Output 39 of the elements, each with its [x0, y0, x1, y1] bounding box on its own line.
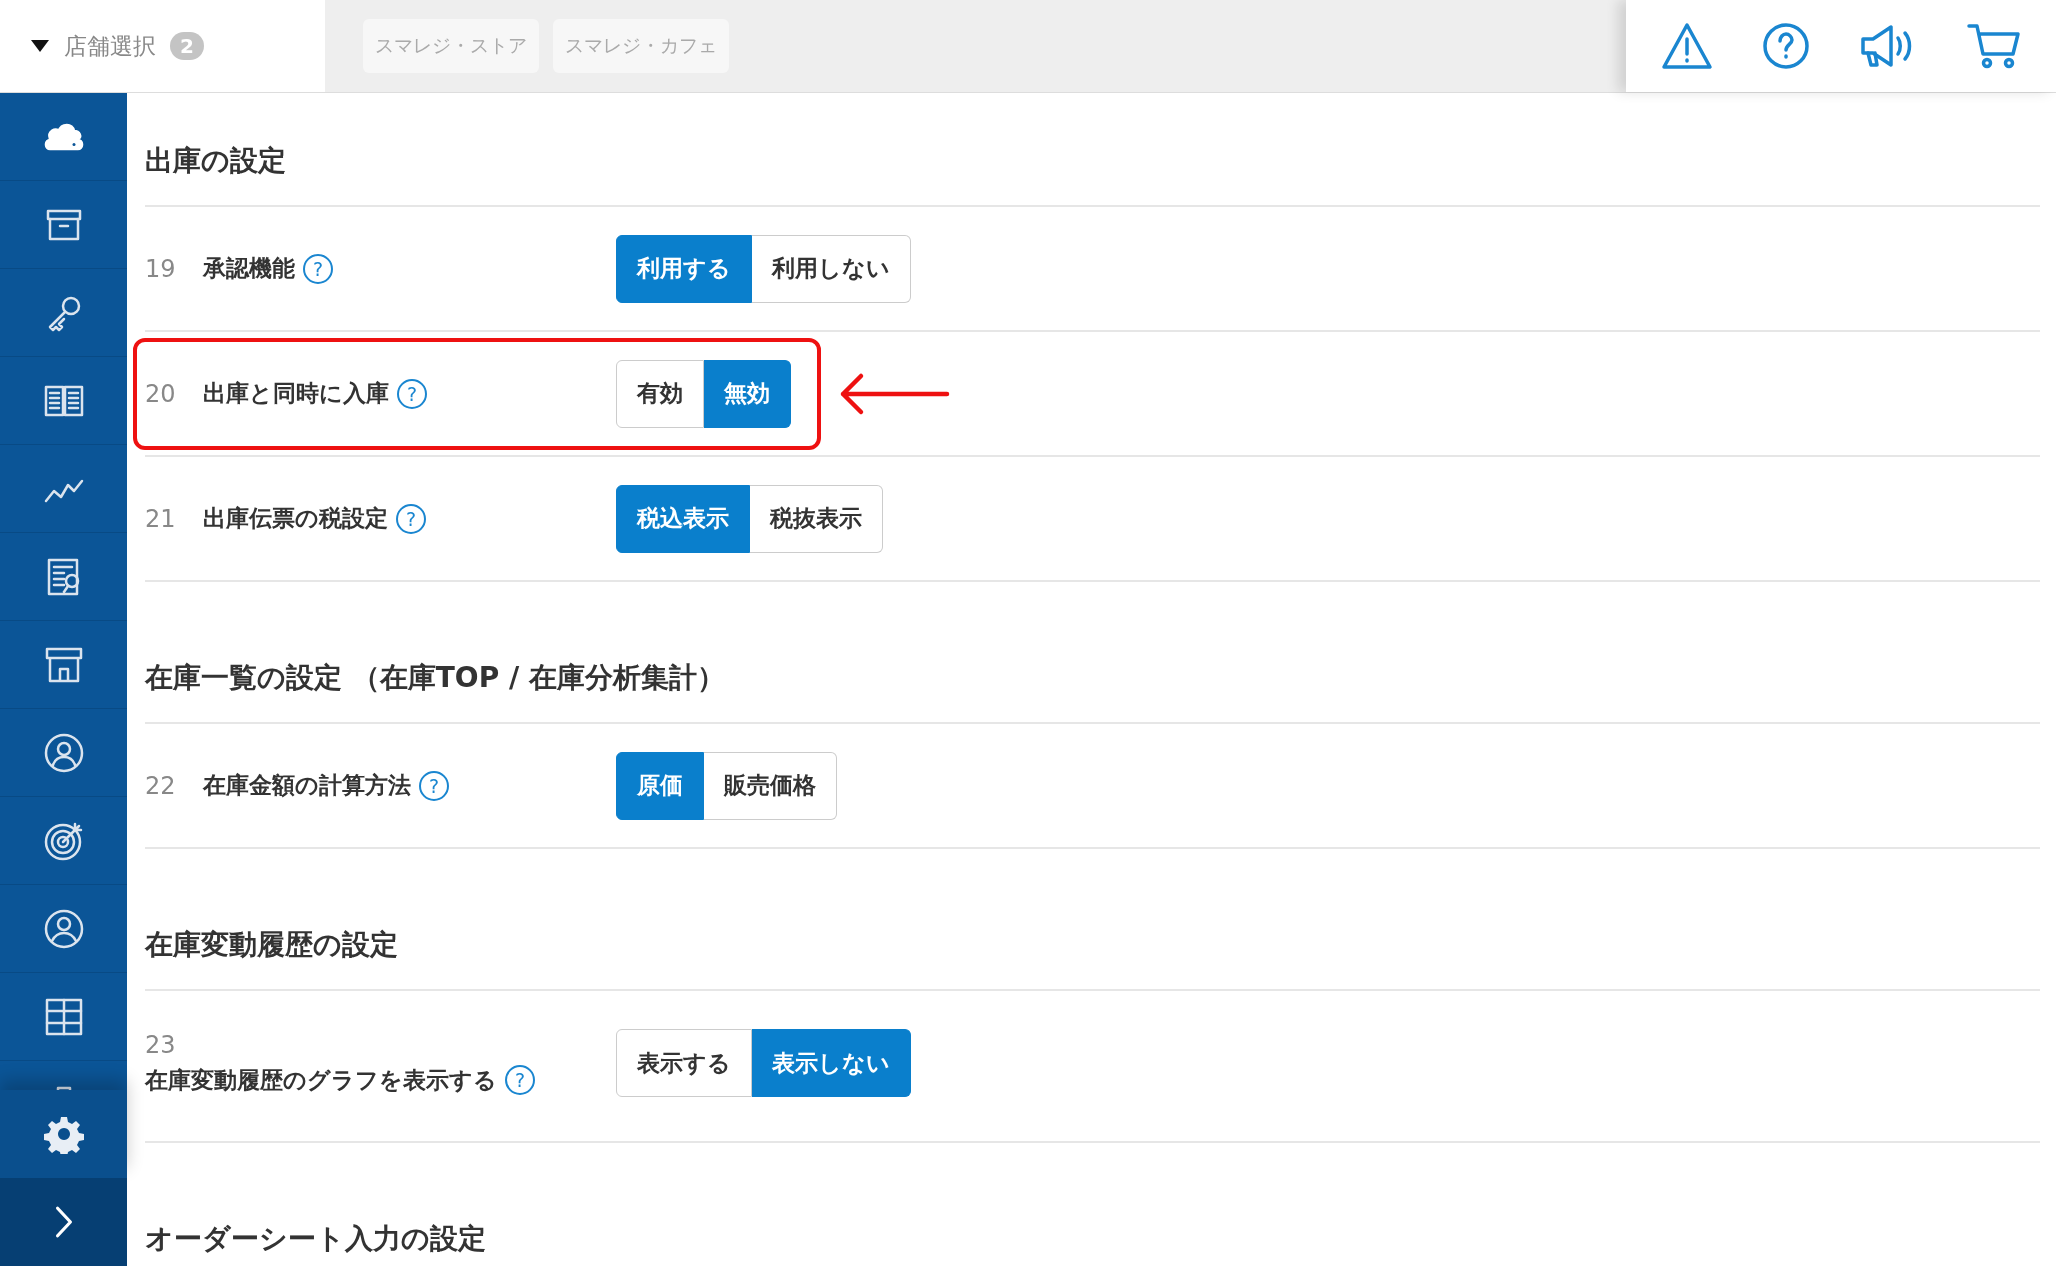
help-icon[interactable]: ?: [303, 253, 333, 284]
setting-label: 在庫金額の計算方法: [203, 771, 411, 800]
section-title: 出庫の設定: [145, 143, 287, 179]
toggle-option[interactable]: 利用しない: [752, 234, 911, 303]
setting-label: 出庫伝票の税設定: [203, 504, 388, 533]
settings-icon[interactable]: [43, 1114, 84, 1154]
toggle-option[interactable]: 販売価格: [704, 751, 837, 820]
toggle-option[interactable]: 税抜表示: [750, 484, 883, 553]
help-icon[interactable]: ?: [419, 770, 449, 801]
setting-number: 20: [145, 379, 177, 408]
cart-icon[interactable]: [1967, 22, 2022, 70]
toggle-option[interactable]: 有効: [616, 359, 704, 428]
section-title: オーダーシート入力の設定: [145, 1221, 487, 1257]
store-chip[interactable]: スマレジ・ストア: [363, 19, 539, 73]
help-icon[interactable]: ?: [397, 378, 427, 409]
section-title: 在庫変動履歴の設定: [145, 927, 399, 963]
store-count-badge: 2: [170, 32, 204, 60]
help-icon[interactable]: ?: [505, 1065, 535, 1095]
setting-label: 在庫変動履歴のグラフを表示する: [145, 1065, 497, 1095]
toggle-option[interactable]: 表示しない: [752, 1029, 911, 1097]
toggle-option[interactable]: 表示する: [616, 1029, 752, 1097]
setting-label: 出庫と同時に入庫: [203, 379, 389, 408]
setting-number: 22: [145, 771, 177, 800]
caret-icon: [30, 39, 50, 53]
store-selector-label: 店舗選択: [64, 31, 156, 61]
setting-number: 19: [145, 254, 177, 283]
setting-number: 21: [145, 504, 177, 533]
store-selector[interactable]: 店舗選択 2: [0, 0, 325, 92]
setting-label: 承認機能: [203, 254, 295, 283]
toggle-option[interactable]: 利用する: [616, 234, 752, 303]
toggle-option[interactable]: 税込表示: [616, 484, 750, 553]
help-icon[interactable]: [1762, 22, 1811, 70]
help-icon[interactable]: ?: [396, 503, 426, 534]
toggle-option[interactable]: 無効: [704, 359, 791, 428]
setting-number: 23: [145, 1030, 177, 1059]
warning-icon[interactable]: [1660, 22, 1713, 70]
toggle-option[interactable]: 原価: [616, 751, 704, 820]
store-chip[interactable]: スマレジ・カフェ: [553, 19, 729, 73]
section-title: 在庫一覧の設定 （在庫TOP / 在庫分析集計）: [145, 660, 726, 696]
